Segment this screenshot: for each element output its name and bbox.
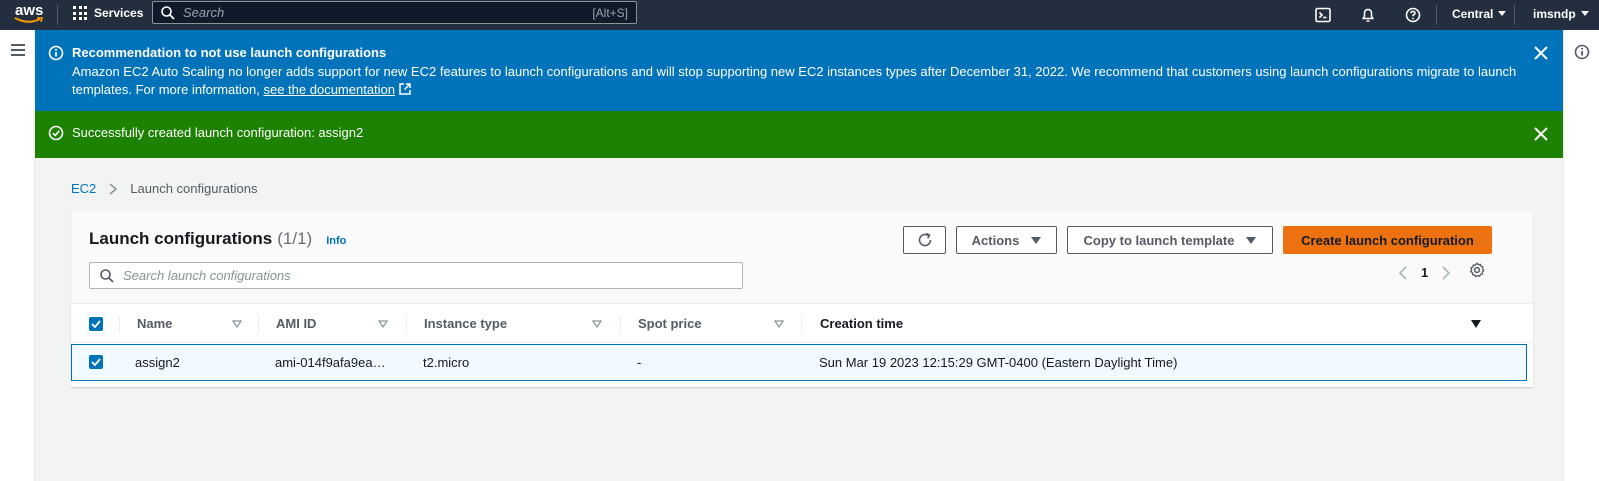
breadcrumb-ec2-link[interactable]: EC2 (71, 181, 96, 196)
select-all-checkbox[interactable] (89, 317, 103, 331)
column-divider (406, 316, 407, 333)
create-label: Create launch configuration (1301, 232, 1474, 248)
caret-down-icon (1246, 236, 1257, 244)
actions-label: Actions (971, 232, 1020, 248)
sort-caret-icon[interactable] (592, 320, 602, 328)
actions-button[interactable]: Actions (956, 226, 1057, 254)
launch-configurations-table: Launch configurations (1/1) Info Actions… (71, 212, 1533, 387)
external-link-icon (398, 83, 411, 95)
breadcrumb: EC2 Launch configurations (71, 181, 258, 196)
column-divider (119, 316, 120, 333)
services-label: Services (94, 6, 144, 20)
info-icon[interactable] (1574, 44, 1590, 60)
breadcrumb-current: Launch configurations (130, 181, 258, 196)
aws-logo[interactable]: aws (14, 2, 46, 26)
close-icon[interactable] (1533, 126, 1549, 142)
success-check-icon (48, 125, 64, 141)
checkmark-icon (91, 320, 101, 328)
cell-ami-id: ami-014f9afa9ea… (275, 355, 386, 370)
table-search-input[interactable]: Search launch configurations (89, 262, 743, 289)
region-selector[interactable]: Central (1452, 7, 1507, 21)
column-header-creation-time[interactable]: Creation time (820, 316, 903, 331)
top-navigation: aws Services Search [Alt+S] Central imsn… (0, 0, 1599, 30)
search-icon (100, 268, 114, 283)
sort-caret-icon[interactable] (232, 320, 242, 328)
create-launch-configuration-button[interactable]: Create launch configuration (1283, 226, 1492, 254)
column-divider (620, 316, 621, 333)
sort-caret-icon[interactable] (774, 320, 784, 328)
search-placeholder: Search (183, 5, 225, 20)
table-column-headers: Name AMI ID Instance type Spot price Cre… (71, 303, 1533, 343)
settings-gear-icon[interactable] (1469, 262, 1485, 278)
notifications-icon[interactable] (1358, 5, 1378, 25)
table-search-placeholder: Search launch configurations (123, 268, 291, 283)
copy-label: Copy to launch template (1083, 232, 1235, 248)
cloudshell-icon[interactable] (1313, 5, 1333, 25)
user-label: imsndp (1533, 7, 1576, 21)
column-divider (801, 316, 802, 333)
cell-spot-price: - (637, 355, 642, 370)
table-title: Launch configurations (89, 229, 273, 248)
item-count: (1/1) (277, 229, 313, 248)
chevron-right-icon (109, 182, 118, 195)
flash-body: Amazon EC2 Auto Scaling no longer adds s… (72, 63, 1522, 99)
close-icon[interactable] (1533, 45, 1549, 61)
chevron-right-icon[interactable] (1441, 265, 1451, 280)
column-header-spot-price[interactable]: Spot price (638, 316, 702, 331)
copy-to-launch-template-button[interactable]: Copy to launch template (1067, 226, 1273, 254)
column-header-instance-type[interactable]: Instance type (424, 316, 507, 331)
table-row[interactable]: assign2 ami-014f9afa9ea… t2.micro - Sun … (71, 344, 1527, 381)
success-message: Successfully created launch configuratio… (72, 125, 364, 140)
refresh-button[interactable] (903, 226, 946, 254)
search-icon (161, 5, 175, 20)
flash-title: Recommendation to not use launch configu… (72, 45, 387, 60)
documentation-link[interactable]: see the documentation (263, 82, 395, 97)
success-flashbar: Successfully created launch configuratio… (35, 111, 1563, 158)
search-shortcut: [Alt+S] (592, 5, 628, 20)
nav-divider (1514, 5, 1515, 25)
column-header-ami-id[interactable]: AMI ID (276, 316, 316, 331)
nav-divider (1436, 5, 1437, 25)
chevron-left-icon[interactable] (1398, 265, 1408, 280)
aws-smile-icon (14, 17, 44, 23)
caret-down-icon (1031, 236, 1042, 244)
info-link[interactable]: Info (326, 235, 346, 247)
table-header-area: Launch configurations (1/1) Info Actions… (71, 212, 1533, 303)
global-search-input[interactable]: Search [Alt+S] (152, 1, 637, 24)
caret-down-icon (1580, 11, 1589, 16)
column-header-name[interactable]: Name (137, 316, 172, 331)
cell-name[interactable]: assign2 (135, 355, 180, 370)
tools-panel-rail (1563, 30, 1599, 481)
services-menu[interactable]: Services (73, 6, 143, 20)
cell-instance-type: t2.micro (423, 355, 470, 370)
help-icon[interactable] (1403, 5, 1423, 25)
info-flashbar: Recommendation to not use launch configu… (35, 30, 1563, 111)
grid-icon (73, 6, 87, 20)
page-number[interactable]: 1 (1421, 265, 1428, 280)
region-label: Central (1452, 7, 1494, 21)
row-checkbox[interactable] (89, 355, 103, 369)
sort-caret-icon[interactable] (378, 320, 388, 328)
page-title: Launch configurations (1/1) Info (89, 229, 346, 249)
refresh-icon (918, 232, 931, 247)
account-menu[interactable]: imsndp (1533, 7, 1589, 21)
nav-divider (57, 5, 58, 25)
checkmark-icon (91, 358, 101, 366)
side-navigation-rail (0, 30, 35, 481)
caret-down-icon (1498, 11, 1507, 16)
pagination: 1 (1398, 265, 1451, 280)
menu-icon[interactable] (11, 44, 25, 59)
cell-creation-time: Sun Mar 19 2023 12:15:29 GMT-0400 (Easte… (819, 355, 1178, 370)
sort-descending-icon[interactable] (1471, 320, 1481, 328)
column-divider (258, 316, 259, 333)
info-icon (48, 45, 64, 61)
